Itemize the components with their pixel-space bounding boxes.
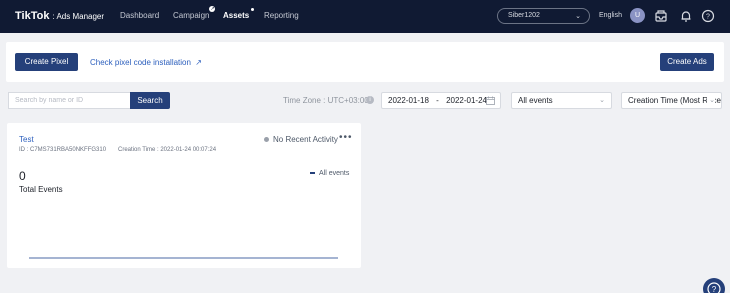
nav-campaign[interactable]: Campaign ↗ xyxy=(173,6,216,20)
legend-swatch xyxy=(310,172,315,175)
nav-dashboard[interactable]: Dashboard xyxy=(120,11,159,20)
pixel-id: ID : C7MS731RBA50NKFFG310 xyxy=(19,147,107,153)
account-selector[interactable]: Siber1202 ⌄ xyxy=(497,8,590,24)
check-pixel-install-label: Check pixel code installation xyxy=(90,58,191,67)
nav-assets[interactable]: Assets xyxy=(223,8,255,20)
svg-text:?: ? xyxy=(712,285,717,293)
bell-icon[interactable] xyxy=(679,9,693,23)
help-chat-button[interactable]: ? xyxy=(703,278,725,293)
status-dot-icon xyxy=(264,137,269,142)
events-select[interactable]: All events ⌄ xyxy=(511,92,612,109)
search-input[interactable] xyxy=(8,92,130,109)
more-options-icon[interactable]: ••• xyxy=(339,132,353,143)
create-pixel-button[interactable]: Create Pixel xyxy=(15,53,78,71)
brand-subtitle: : Ads Manager xyxy=(52,12,105,21)
total-events-count: 0 xyxy=(19,169,26,183)
check-pixel-install-link[interactable]: Check pixel code installation ↗ xyxy=(90,58,202,67)
language-selector[interactable]: English xyxy=(599,12,622,19)
chevron-down-icon: ⌄ xyxy=(707,93,715,108)
assets-dot-icon xyxy=(251,8,255,11)
date-start: 2022-01-18 xyxy=(388,96,429,105)
chevron-down-icon: ⌄ xyxy=(599,97,605,104)
date-separator: - xyxy=(436,96,439,105)
legend-label: All events xyxy=(319,170,350,177)
sort-select[interactable]: Creation Time (Most Recent) ⌄ xyxy=(621,92,722,109)
top-navigation: TikTok: Ads Manager Dashboard Campaign ↗… xyxy=(0,0,730,33)
info-icon[interactable]: i xyxy=(366,96,374,104)
pixel-card[interactable]: Test ID : C7MS731RBA50NKFFG310 Creation … xyxy=(7,123,361,268)
timezone-label: Time Zone : UTC+03:00 xyxy=(283,96,369,105)
nav-campaign-label: Campaign xyxy=(173,11,210,20)
action-bar: Create Pixel Check pixel code installati… xyxy=(6,42,724,82)
inbox-icon[interactable] xyxy=(654,9,668,23)
campaign-badge-icon: ↗ xyxy=(209,6,216,12)
total-events-label: Total Events xyxy=(19,185,63,194)
chart-legend: All events xyxy=(310,170,349,177)
calendar-icon xyxy=(486,96,495,105)
events-chart xyxy=(29,257,338,259)
chevron-down-icon: ⌄ xyxy=(575,13,581,20)
help-icon[interactable]: ? xyxy=(701,9,715,23)
question-icon: ? xyxy=(707,282,721,293)
tiktok-ads-manager-logo[interactable]: TikTok: Ads Manager xyxy=(15,10,104,22)
pixel-status: No Recent Activity xyxy=(273,135,338,144)
account-name: Siber1202 xyxy=(508,12,540,19)
external-link-icon: ↗ xyxy=(195,58,202,67)
avatar[interactable]: U xyxy=(630,8,645,23)
create-ads-button[interactable]: Create Ads xyxy=(660,53,714,71)
pixel-name-link[interactable]: Test xyxy=(19,135,34,144)
pixel-creation-time: Creation Time : 2022-01-24 00:07:24 xyxy=(118,147,217,153)
date-end: 2022-01-24 xyxy=(446,96,487,105)
brand-name: TikTok xyxy=(15,10,50,22)
date-range-picker[interactable]: 2022-01-18 - 2022-01-24 xyxy=(381,92,501,109)
nav-reporting[interactable]: Reporting xyxy=(264,11,299,20)
events-select-value: All events xyxy=(518,96,553,105)
nav-assets-label: Assets xyxy=(223,11,250,20)
svg-text:?: ? xyxy=(706,14,710,21)
search-button[interactable]: Search xyxy=(130,92,170,109)
